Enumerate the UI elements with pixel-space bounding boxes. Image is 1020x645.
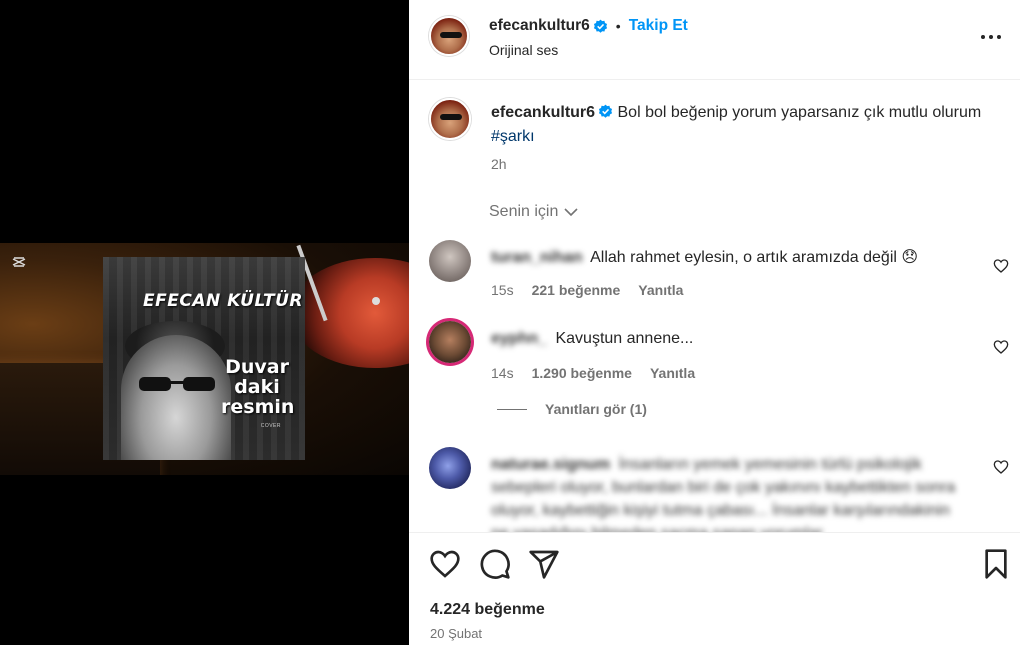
- comments-list[interactable]: turan_nihan Allah rahmet eylesin, o artı…: [409, 232, 1020, 532]
- share-icon[interactable]: [528, 548, 560, 580]
- post-header: efecankultur6 • Takip Et Orijinal ses: [409, 0, 1020, 80]
- caption-username[interactable]: efecankultur6: [491, 104, 595, 121]
- owner-username[interactable]: efecankultur6: [489, 17, 590, 35]
- view-replies-button[interactable]: Yanıtları gör (1): [497, 401, 647, 417]
- separator-dot: •: [615, 18, 621, 34]
- hashtag-link[interactable]: #şarkı: [491, 128, 535, 145]
- commenter-username[interactable]: naturae.signum: [491, 456, 610, 473]
- cover-glasses: [139, 377, 215, 391]
- action-bar: 4.224 beğenme 20 Şubat: [409, 532, 1020, 645]
- comment-heart-icon[interactable]: [993, 459, 1009, 475]
- comment-heart-icon[interactable]: [993, 339, 1009, 355]
- bookmark-icon[interactable]: [980, 548, 1012, 580]
- record-spindle: [372, 297, 380, 305]
- comment-time: 14s: [491, 365, 514, 381]
- verified-badge-icon: [593, 19, 607, 33]
- post-media[interactable]: EFECAN KÜLTÜR Duvar daki resmin COVER: [0, 0, 409, 645]
- comment-sort-dropdown[interactable]: Senin için: [489, 203, 578, 221]
- view-replies-label: Yanıtları gör (1): [545, 401, 647, 417]
- heart-icon[interactable]: [429, 548, 461, 580]
- cover-portrait: [121, 335, 231, 460]
- reply-button[interactable]: Yanıtla: [650, 365, 695, 381]
- commenter-username[interactable]: turan_nihan: [491, 249, 583, 266]
- post-like-count[interactable]: 4.224 beğenme: [430, 601, 545, 619]
- verified-badge-icon: [598, 104, 613, 118]
- sort-label: Senin için: [489, 203, 559, 220]
- comment-text: Kavuştun annene...: [555, 330, 694, 347]
- commenter-avatar[interactable]: [429, 447, 471, 489]
- comment-text: Allah rahmet eylesin, o artık aramızda d…: [590, 249, 919, 266]
- caption-avatar[interactable]: [429, 98, 471, 140]
- cover-tag: COVER: [260, 423, 281, 429]
- caption-timestamp: 2h: [491, 156, 507, 172]
- comment-heart-icon[interactable]: [993, 258, 1009, 274]
- reply-button[interactable]: Yanıtla: [638, 282, 683, 298]
- cover-artist-name: EFECAN KÜLTÜR: [143, 291, 303, 311]
- post-date: 20 Şubat: [430, 626, 483, 641]
- owner-avatar[interactable]: [429, 16, 469, 56]
- commenter-avatar[interactable]: [429, 321, 471, 363]
- caption-text: Bol bol beğenip yorum yaparsanız çık mut…: [617, 104, 982, 121]
- capcut-icon: [12, 257, 26, 267]
- comment-icon[interactable]: [479, 548, 511, 580]
- cover-song-title: Duvar daki resmin: [221, 356, 295, 418]
- audio-label[interactable]: Orijinal ses: [489, 42, 558, 58]
- comment-time: 15s: [491, 282, 514, 298]
- chevron-down-icon: [564, 207, 578, 216]
- follow-button[interactable]: Takip Et: [629, 17, 688, 35]
- commenter-username[interactable]: eyphn_: [491, 330, 547, 347]
- album-cover: EFECAN KÜLTÜR Duvar daki resmin COVER: [103, 257, 305, 460]
- commenter-avatar[interactable]: [429, 240, 471, 282]
- video-frame[interactable]: EFECAN KÜLTÜR Duvar daki resmin COVER: [0, 243, 409, 475]
- more-options-icon[interactable]: [980, 28, 1002, 46]
- comment-likes[interactable]: 221 beğenme: [532, 282, 621, 298]
- post-panel: efecankultur6 • Takip Et Orijinal ses ef…: [409, 0, 1020, 645]
- comment-likes[interactable]: 1.290 beğenme: [532, 365, 632, 381]
